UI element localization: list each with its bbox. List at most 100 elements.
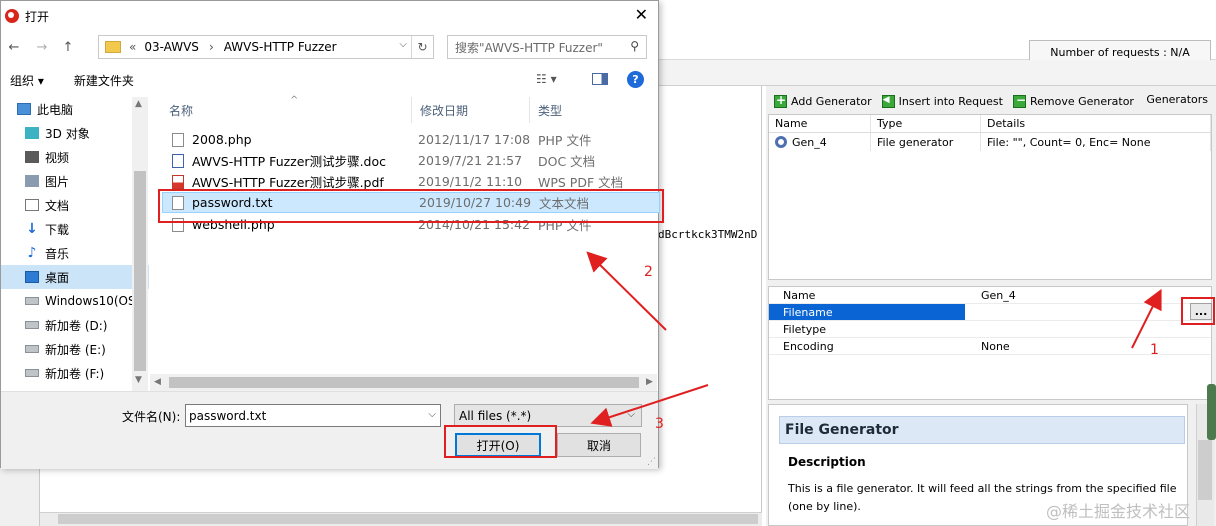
property-row-name[interactable]: Name Gen_4 [769,287,1211,304]
table-row[interactable]: Gen_4 File generator File: "", Count= 0,… [769,133,1211,151]
drive-icon [25,345,39,353]
add-icon [774,93,787,108]
property-row-filename[interactable]: Filename [769,304,1211,321]
annotation-number-1: 1 [1150,342,1159,358]
scroll-left-icon[interactable]: ◀ [154,377,161,387]
tree-item-label: 视频 [45,150,70,165]
scroll-down-icon[interactable]: ▼ [135,375,142,385]
list-item[interactable]: 2008.php 2012/11/17 17:08 PHP 文件 [162,129,660,150]
property-value[interactable]: Gen_4 [965,287,1165,303]
column-details[interactable]: Details [981,115,1211,132]
request-hscroll-thumb[interactable] [58,514,758,524]
tree-item-this-pc[interactable]: 此电脑 [1,97,149,121]
scroll-up-icon[interactable]: ▲ [135,99,142,109]
chevron-down-icon[interactable]: ⌵ [428,409,436,420]
column-header-name[interactable]: 名称 ^ [150,95,412,123]
annotation-box-open-button [444,425,557,458]
request-text-fragment: dBcrtkck3TMW2nD [658,228,758,241]
refresh-icon[interactable]: ↻ [411,36,433,58]
tree-item-desktop[interactable]: 桌面 [1,265,149,289]
tree-item-documents[interactable]: 文档 [1,193,149,217]
filetype-value: All files (*.*) [459,408,532,423]
view-options-icon[interactable]: ☷ ▾ [536,72,557,86]
sort-ascending-icon: ^ [290,95,299,106]
search-input[interactable]: 搜索"AWVS-HTTP Fuzzer" ⚲ [447,35,647,59]
list-item[interactable]: AWVS-HTTP Fuzzer测试步骤.doc 2019/7/21 21:57… [162,150,660,171]
property-row-encoding[interactable]: Encoding None [769,338,1211,355]
add-generator-button[interactable]: Add Generator [774,93,872,108]
tree-item-downloads[interactable]: ↓ 下载 [1,217,149,241]
tree-item-pictures[interactable]: 图片 [1,169,149,193]
column-header-type[interactable]: 类型 [530,97,650,123]
scroll-right-icon[interactable]: ▶ [646,377,653,387]
tree-item-label: Windows10(OS [45,294,136,308]
tree-item-drive-os[interactable]: Windows10(OS [1,289,149,313]
close-icon[interactable]: ✕ [635,5,648,24]
tree-item-label: 下载 [45,222,70,237]
tree-item-3d-objects[interactable]: 3D 对象 [1,121,149,145]
filename-label: 文件名(N): [122,410,181,424]
add-generator-label: Add Generator [791,94,872,108]
remove-generator-button[interactable]: Remove Generator [1012,93,1134,108]
property-value[interactable] [965,321,1165,337]
music-icon: ♪ [27,245,37,261]
description-vscroll-thumb[interactable] [1198,440,1212,500]
breadcrumb-03-awvs[interactable]: 03-AWVS [144,40,199,54]
property-value[interactable] [965,304,1165,320]
desktop-icon [25,271,39,283]
breadcrumb-overflow[interactable]: « [129,40,136,54]
chevron-down-icon[interactable]: ⌵ [399,39,407,50]
generator-details: File: "", Count= 0, Enc= None [981,133,1211,151]
tree-item-music[interactable]: ♪ 音乐 [1,241,149,265]
file-icon [172,132,184,147]
resize-grip-icon[interactable]: ⋰ [647,457,656,467]
preview-pane-icon[interactable] [592,73,608,85]
filetype-select[interactable]: All files (*.*) ⌵ [454,404,642,427]
remove-icon [1012,93,1026,108]
tree-item-label: 新加卷 (E:) [45,342,106,357]
file-name: AWVS-HTTP Fuzzer测试步骤.doc [192,154,386,169]
cancel-button[interactable]: 取消 [557,433,641,457]
drive-icon [25,297,39,305]
property-value[interactable]: None [965,338,1165,354]
property-row-filetype[interactable]: Filetype [769,321,1211,338]
tree-item-label: 新加卷 (F:) [45,366,105,381]
help-icon[interactable]: ? [627,71,644,88]
command-bar: 组织 ▾ 新建文件夹 [1,67,658,93]
organize-button[interactable]: 组织 ▾ [10,72,44,89]
tree-item-label: 桌面 [45,270,70,285]
breadcrumb-awvs-http-fuzzer[interactable]: AWVS-HTTP Fuzzer [224,40,337,54]
column-type[interactable]: Type [871,115,981,132]
annotation-number-2: 2 [644,264,653,280]
tree-item-drive-f[interactable]: 新加卷 (F:) [1,361,149,385]
file-modified: 2019/7/21 21:57 [418,153,523,168]
annotation-number-3: 3 [655,416,664,432]
back-arrow-icon[interactable]: ← [3,40,25,55]
insert-into-request-label: Insert into Request [898,94,1003,108]
tree-item-drive-d[interactable]: 新加卷 (D:) [1,313,149,337]
property-key: Filetype [783,322,826,336]
description-header: File Generator [779,416,1185,444]
insert-into-request-button[interactable]: Insert into Request [881,94,1003,108]
up-arrow-icon[interactable]: ↑ [57,40,79,55]
tree-item-drive-e[interactable]: 新加卷 (E:) [1,337,149,361]
gear-icon [775,136,787,148]
column-name[interactable]: Name [769,115,871,132]
new-folder-button[interactable]: 新建文件夹 [74,72,134,89]
column-header-modified[interactable]: 修改日期 [412,97,530,123]
forward-arrow-icon[interactable]: → [31,40,53,55]
address-bar[interactable]: « 03-AWVS › AWVS-HTTP Fuzzer ⌵ ↻ [98,35,434,59]
chevron-down-icon[interactable]: ⌵ [627,409,635,420]
tree-item-label: 新加卷 (D:) [45,318,108,333]
navigation-tree: 此电脑 3D 对象 视频 图片 文档 ↓ 下载 ♪ 音乐 桌面 Windows10(… [1,97,149,391]
drive-icon [25,369,39,377]
tree-vscroll-thumb[interactable] [134,171,146,371]
dialog-titlebar[interactable]: 打开 ✕ [1,1,658,31]
app-logo-icon [5,9,19,23]
tree-item-videos[interactable]: 视频 [1,145,149,169]
document-icon [25,199,39,211]
filename-input[interactable]: password.txt ⌵ [185,404,441,427]
generator-name: Gen_4 [792,135,827,149]
file-list-hscroll-thumb[interactable] [169,377,639,388]
property-key: Filename [769,304,965,320]
